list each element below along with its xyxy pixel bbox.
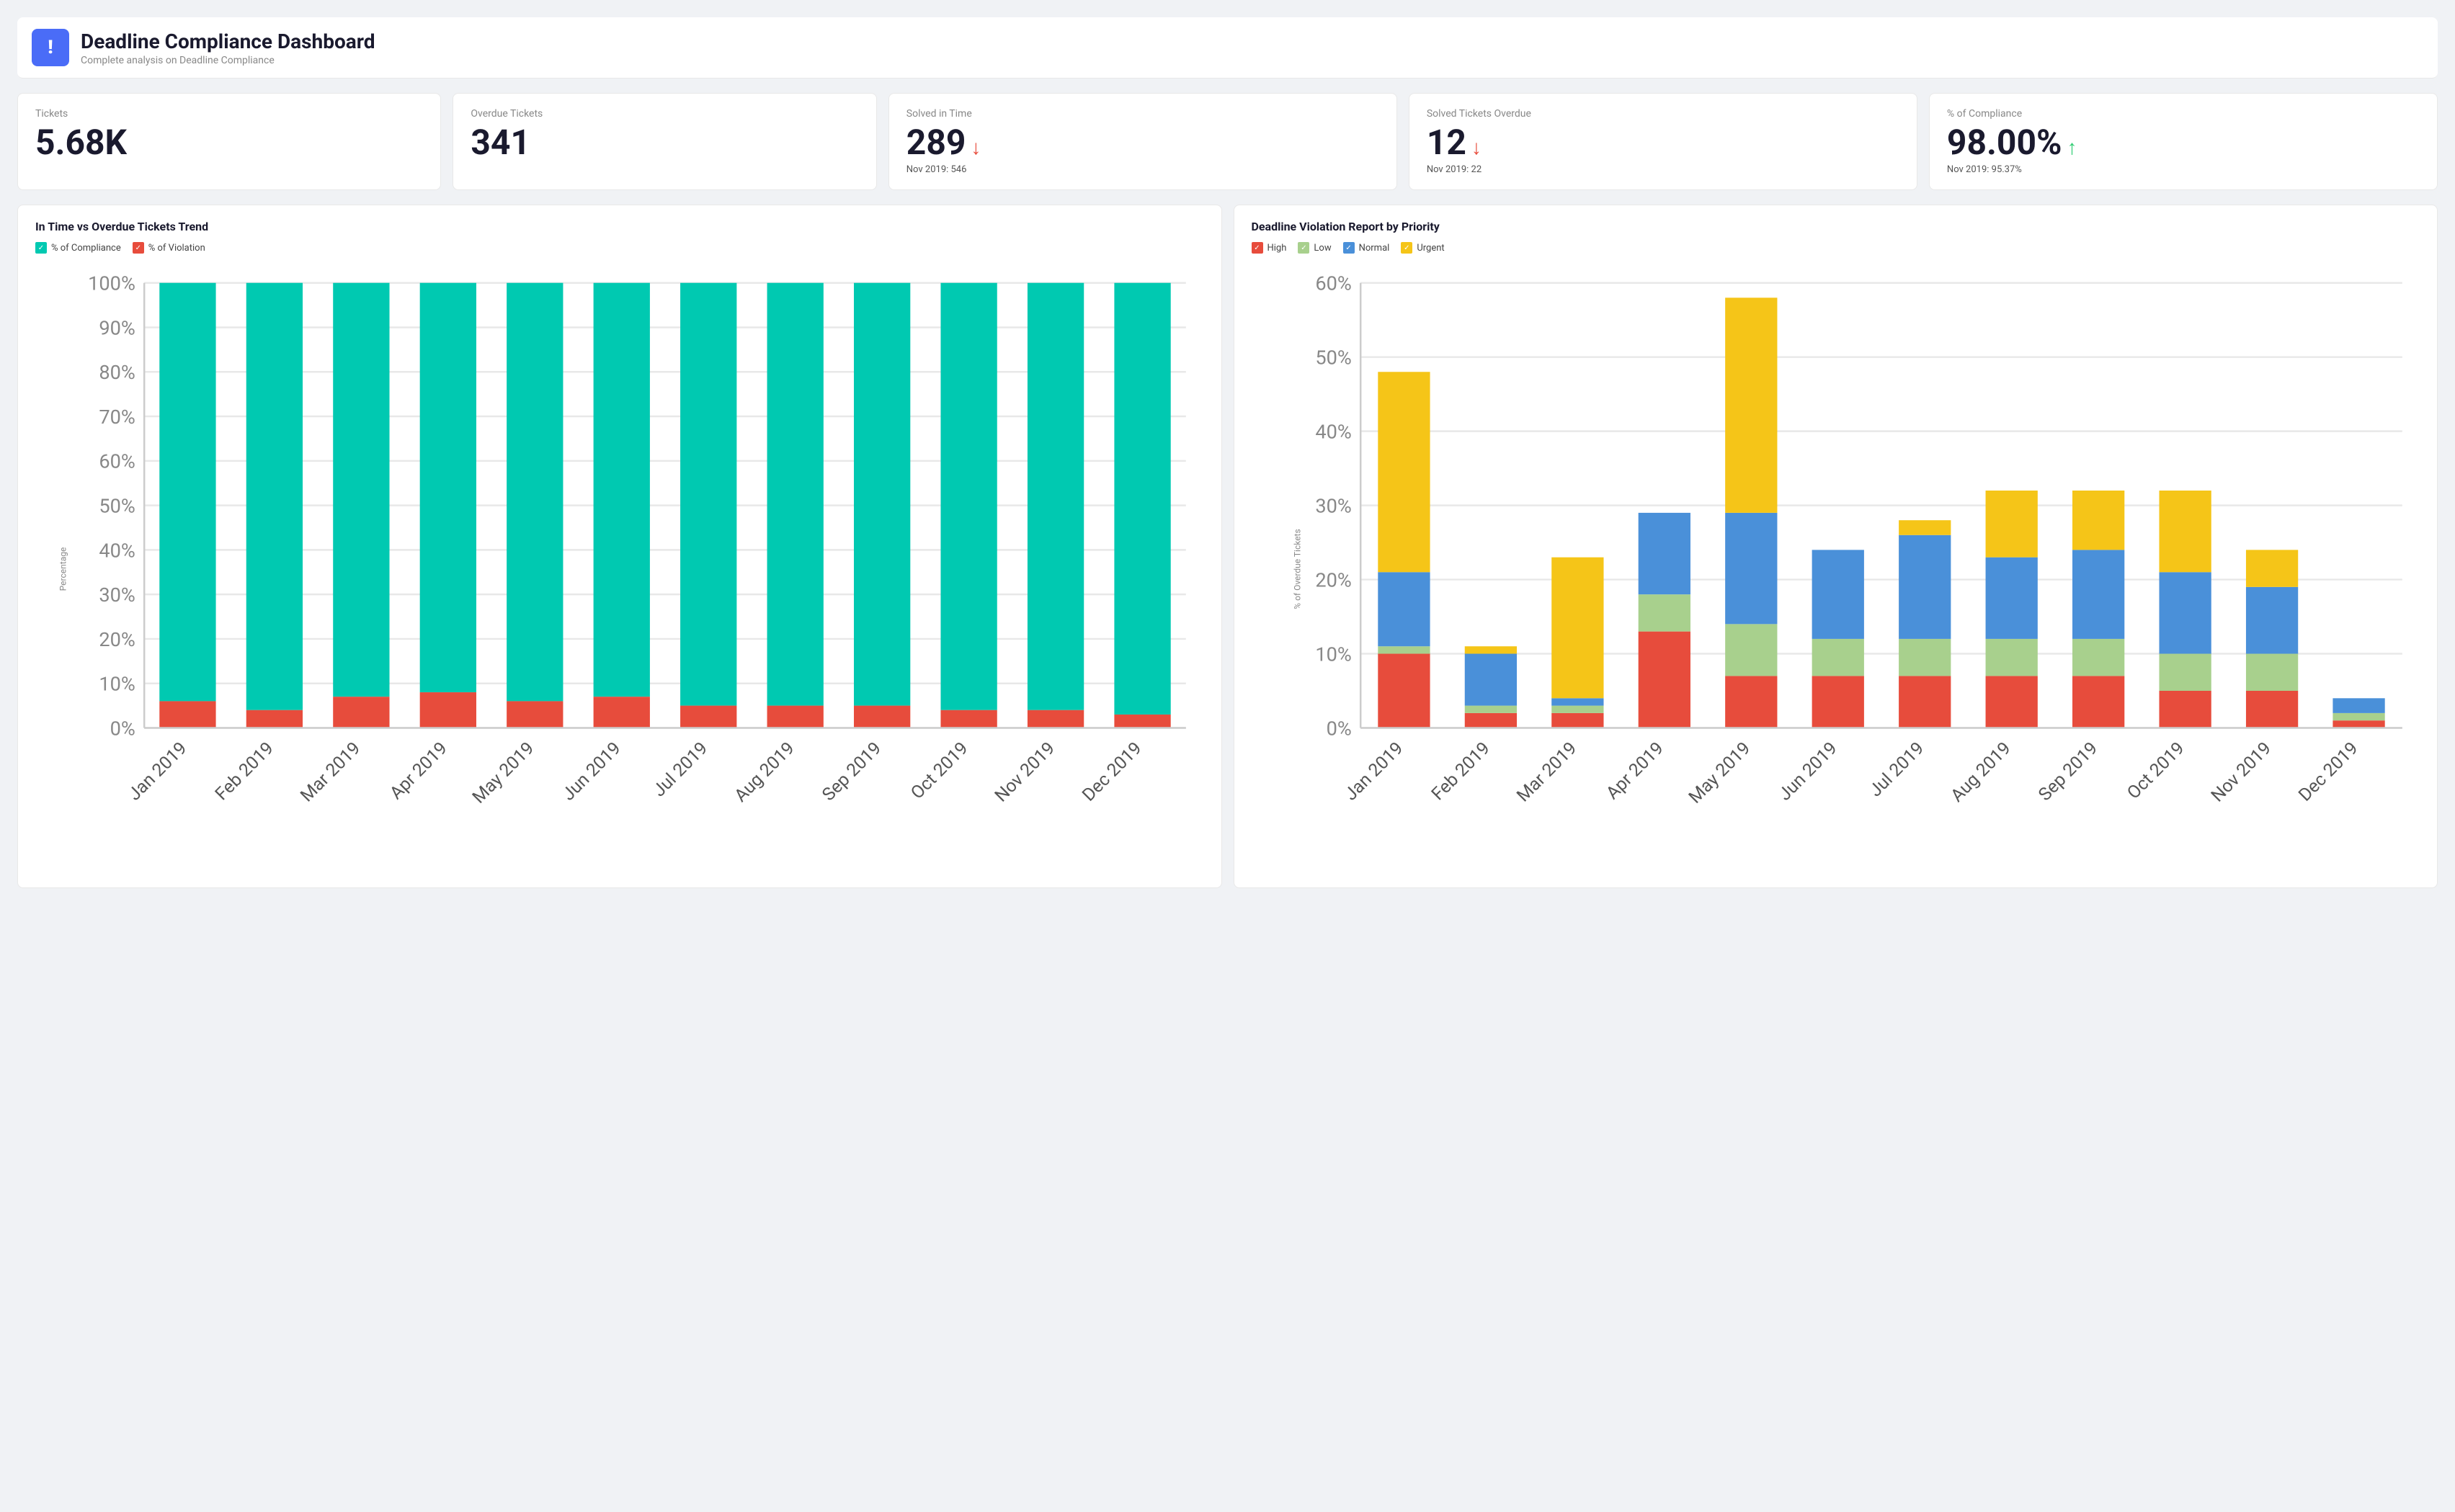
chart1-card: In Time vs Overdue Tickets Trend ✓% of C… — [17, 205, 1222, 888]
kpi-arrow-3: ↓ — [1466, 135, 1482, 159]
svg-text:Jul 2019: Jul 2019 — [649, 738, 713, 802]
chart1-wrap: Percentage 0%10%20%30%40%50%60%70%80%90%… — [64, 265, 1204, 873]
svg-text:0%: 0% — [110, 717, 135, 740]
svg-text:Aug 2019: Aug 2019 — [1946, 738, 2015, 807]
svg-text:60%: 60% — [99, 450, 135, 473]
kpi-card-2: Solved in Time 289 ↓ Nov 2019: 546 — [888, 93, 1397, 190]
kpi-value-3: 12 ↓ — [1427, 125, 1899, 160]
svg-text:Jul 2019: Jul 2019 — [1865, 738, 1928, 802]
svg-text:Sep 2019: Sep 2019 — [2034, 738, 2102, 806]
svg-text:40%: 40% — [99, 539, 135, 562]
svg-text:Dec 2019: Dec 2019 — [2294, 738, 2362, 806]
svg-text:100%: 100% — [88, 272, 135, 295]
page-title: Deadline Compliance Dashboard — [81, 30, 375, 53]
chart2-card: Deadline Violation Report by Priority ✓H… — [1234, 205, 2438, 888]
svg-text:40%: 40% — [1315, 421, 1351, 444]
kpi-label-1: Overdue Tickets — [471, 108, 858, 120]
legend-item: ✓Urgent — [1401, 242, 1444, 254]
svg-text:Oct 2019: Oct 2019 — [907, 738, 973, 804]
kpi-card-0: Tickets 5.68K — [17, 93, 441, 190]
svg-text:Oct 2019: Oct 2019 — [2123, 738, 2188, 804]
header: ! Deadline Compliance Dashboard Complete… — [17, 17, 2438, 79]
header-text: Deadline Compliance Dashboard Complete a… — [81, 30, 375, 66]
svg-text:Dec 2019: Dec 2019 — [1079, 738, 1146, 806]
svg-text:Feb 2019: Feb 2019 — [1427, 738, 1494, 805]
chart1-legend: ✓% of Compliance ✓% of Violation — [35, 242, 1204, 254]
chart1-title: In Time vs Overdue Tickets Trend — [35, 220, 1204, 233]
kpi-row: Tickets 5.68K Overdue Tickets 341 Solved in … — [17, 93, 2438, 190]
legend-item: ✓Low — [1298, 242, 1331, 254]
header-icon: ! — [32, 29, 69, 66]
kpi-label-2: Solved in Time — [906, 108, 1379, 120]
kpi-card-3: Solved Tickets Overdue 12 ↓ Nov 2019: 22 — [1409, 93, 1917, 190]
kpi-card-1: Overdue Tickets 341 — [453, 93, 876, 190]
svg-text:May 2019: May 2019 — [1685, 738, 1755, 808]
svg-text:Sep 2019: Sep 2019 — [819, 738, 886, 806]
legend-item: ✓High — [1252, 242, 1287, 254]
kpi-sub-2: Nov 2019: 546 — [906, 164, 1379, 175]
svg-text:70%: 70% — [99, 406, 135, 429]
svg-text:May 2019: May 2019 — [468, 738, 538, 808]
svg-text:Aug 2019: Aug 2019 — [731, 738, 799, 807]
svg-text:Jun 2019: Jun 2019 — [558, 738, 625, 805]
kpi-value-4: 98.00% ↑ — [1947, 125, 2420, 160]
chart1-y-label: Percentage — [58, 547, 68, 591]
svg-text:Jan 2019: Jan 2019 — [124, 738, 191, 805]
chart2-title: Deadline Violation Report by Priority — [1252, 220, 2420, 233]
svg-text:10%: 10% — [99, 673, 135, 696]
kpi-label-4: % of Compliance — [1947, 108, 2420, 120]
svg-text:0%: 0% — [1326, 717, 1351, 740]
svg-text:80%: 80% — [99, 361, 135, 384]
legend-item: ✓% of Compliance — [35, 242, 121, 254]
chart2-legend: ✓High ✓Low ✓Normal ✓Urgent — [1252, 242, 2420, 254]
svg-text:50%: 50% — [1315, 346, 1351, 370]
dashboard: ! Deadline Compliance Dashboard Complete… — [17, 17, 2438, 888]
svg-text:Jan 2019: Jan 2019 — [1340, 738, 1407, 805]
legend-item: ✓% of Violation — [133, 242, 205, 254]
svg-text:Jun 2019: Jun 2019 — [1774, 738, 1841, 805]
svg-text:Mar 2019: Mar 2019 — [1512, 738, 1581, 807]
kpi-arrow-2: ↓ — [966, 135, 981, 159]
svg-text:Nov 2019: Nov 2019 — [991, 738, 1059, 807]
chart2-svg: 0% 10% 20% 30% 40% 50% 60% Jan 2019 Feb 2019 Mar … — [1280, 265, 2420, 870]
kpi-value-1: 341 — [471, 125, 858, 160]
svg-text:Apr 2019: Apr 2019 — [386, 738, 452, 804]
svg-text:30%: 30% — [1315, 494, 1351, 517]
kpi-value-2: 289 ↓ — [906, 125, 1379, 160]
svg-text:90%: 90% — [99, 316, 135, 339]
kpi-sub-3: Nov 2019: 22 — [1427, 164, 1899, 175]
kpi-sub-4: Nov 2019: 95.37% — [1947, 164, 2420, 175]
svg-text:50%: 50% — [99, 494, 135, 517]
svg-text:Feb 2019: Feb 2019 — [211, 738, 278, 805]
kpi-label-0: Tickets — [35, 108, 423, 120]
legend-item: ✓Normal — [1343, 242, 1390, 254]
chart2-wrap: % of Overdue Tickets 0% 10% 20% 30% 40% 50% 60… — [1280, 265, 2420, 873]
chart1-svg: 0% 10% 20% 30% 40% 50% 60% 70% 80% 90% 100% Jan 201… — [64, 265, 1204, 870]
chart2-y-label: % of Overdue Tickets — [1292, 529, 1302, 609]
svg-text:30%: 30% — [99, 583, 135, 607]
svg-text:Mar 2019: Mar 2019 — [297, 738, 365, 807]
svg-text:10%: 10% — [1315, 643, 1351, 666]
svg-text:20%: 20% — [99, 628, 135, 651]
kpi-card-4: % of Compliance 98.00% ↑ Nov 2019: 95.37% — [1929, 93, 2438, 190]
svg-text:Apr 2019: Apr 2019 — [1602, 738, 1667, 804]
svg-text:Nov 2019: Nov 2019 — [2207, 738, 2276, 807]
kpi-value-0: 5.68K — [35, 125, 423, 160]
svg-text:60%: 60% — [1315, 272, 1351, 295]
charts-row: In Time vs Overdue Tickets Trend ✓% of C… — [17, 205, 2438, 888]
page-subtitle: Complete analysis on Deadline Compliance — [81, 55, 375, 66]
kpi-arrow-4: ↑ — [2062, 135, 2077, 159]
kpi-label-3: Solved Tickets Overdue — [1427, 108, 1899, 120]
svg-text:20%: 20% — [1315, 568, 1351, 591]
